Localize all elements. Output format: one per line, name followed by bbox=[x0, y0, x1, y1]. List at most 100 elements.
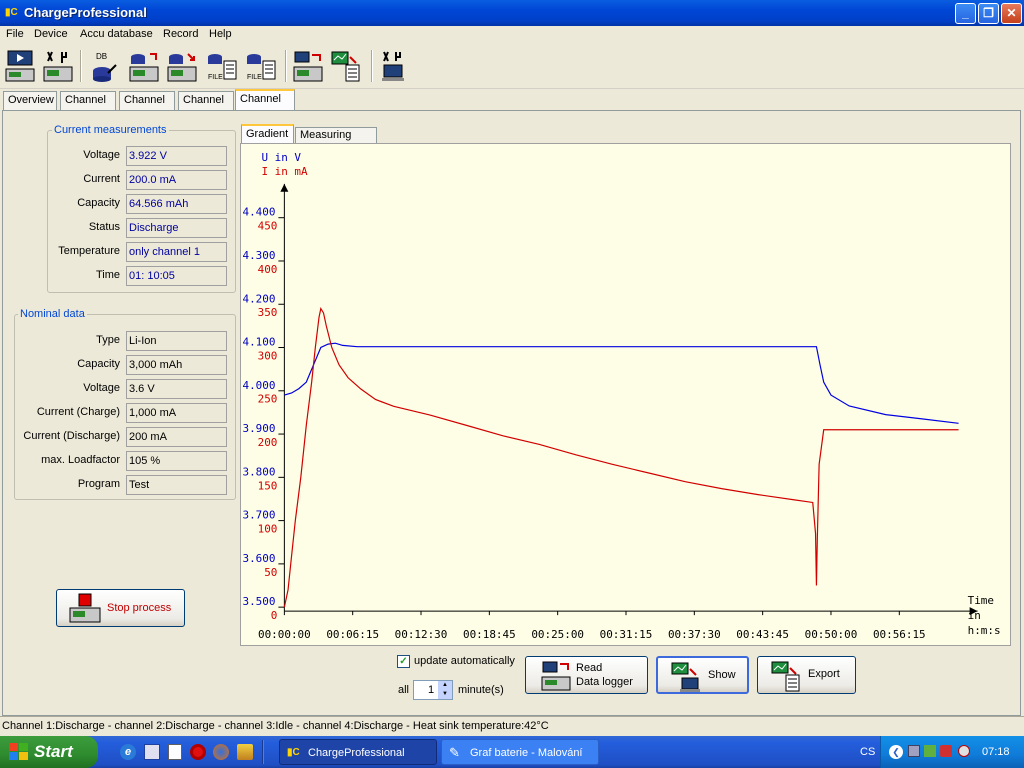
restore-button[interactable]: ❐ bbox=[978, 3, 999, 24]
device-settings-icon[interactable] bbox=[42, 49, 74, 83]
x-tick-label: 00:31:15 bbox=[600, 628, 653, 641]
update-auto-label: update automatically bbox=[414, 655, 515, 667]
menu-bar bbox=[0, 26, 1024, 45]
task-chargeprofessional[interactable]: ▮C ChargeProfessional bbox=[279, 739, 437, 765]
interval-stepper[interactable]: 1 ▲ ▼ bbox=[413, 680, 453, 700]
tab-channel-3[interactable]: Channel 3 bbox=[178, 91, 234, 123]
nd-label: Current (Charge) bbox=[36, 406, 120, 418]
menu-help[interactable]: Help bbox=[209, 28, 232, 40]
read-logger-icon bbox=[541, 661, 571, 691]
nominal-data-title: Nominal data bbox=[18, 308, 87, 320]
voltage-series-line bbox=[284, 342, 959, 424]
device-play-icon[interactable] bbox=[4, 49, 36, 83]
file-manager-icon[interactable] bbox=[237, 744, 253, 760]
toolbar-separator bbox=[371, 50, 373, 82]
x-tick-label: 00:50:00 bbox=[805, 628, 858, 641]
nd-value-field: 3.6 V bbox=[126, 379, 227, 399]
current-measurements-title: Current measurements bbox=[52, 124, 169, 136]
network-icon[interactable] bbox=[908, 745, 920, 757]
show-button[interactable]: Show bbox=[656, 656, 749, 694]
app-icon: ▮C bbox=[5, 7, 18, 18]
minimize-button[interactable]: _ bbox=[955, 3, 976, 24]
task-label: Graf baterie - Malování bbox=[470, 747, 583, 759]
y-voltage-tick-label: 3.800 bbox=[243, 465, 276, 478]
nd-value-field: 105 % bbox=[126, 451, 227, 471]
security-shield-icon[interactable] bbox=[958, 745, 970, 757]
menu-accu-database[interactable]: Accu database bbox=[80, 28, 153, 40]
save-disk-icon[interactable] bbox=[144, 744, 160, 760]
x-axis-title: h:m:s bbox=[968, 624, 1001, 637]
stepper-down-icon[interactable]: ▼ bbox=[438, 690, 452, 699]
tab-overview[interactable]: Overview bbox=[3, 91, 57, 110]
y-voltage-tick-label: 4.100 bbox=[243, 336, 276, 349]
start-button[interactable]: Start bbox=[0, 736, 98, 768]
status-bar: Channel 1:Discharge - channel 2:Discharg… bbox=[0, 716, 1024, 736]
opera-icon[interactable] bbox=[190, 744, 206, 760]
paint-task-icon: ✎ bbox=[449, 745, 460, 760]
svg-text:FILE: FILE bbox=[208, 74, 223, 81]
task-paint[interactable]: ✎ Graf baterie - Malování bbox=[441, 739, 599, 765]
nd-value-field: 3,000 mAh bbox=[126, 355, 227, 375]
x-tick-label: 00:37:30 bbox=[668, 628, 721, 641]
y-voltage-tick-label: 3.600 bbox=[243, 552, 276, 565]
antivirus-icon[interactable] bbox=[940, 745, 952, 757]
cm-label: Status bbox=[88, 221, 120, 233]
cm-value-field: Discharge bbox=[126, 218, 227, 238]
toolbar-separator bbox=[80, 50, 82, 82]
update-auto-checkbox[interactable]: ✓ bbox=[397, 655, 410, 668]
tab-channel-1[interactable]: Channel 1 bbox=[60, 91, 116, 123]
cm-label: Current bbox=[83, 173, 120, 185]
document-icon[interactable] bbox=[168, 744, 182, 760]
cm-value-field: 200.0 mA bbox=[126, 170, 227, 190]
nd-value-field: 200 mA bbox=[126, 427, 227, 447]
x-tick-label: 00:12:30 bbox=[395, 628, 448, 641]
close-button[interactable]: ✕ bbox=[1001, 3, 1022, 24]
menu-device[interactable]: Device bbox=[34, 28, 68, 40]
tab-measuring-data[interactable]: Measuring data bbox=[295, 127, 377, 156]
window-title: ChargeProfessional bbox=[24, 5, 147, 20]
taskbar-separator bbox=[262, 740, 264, 764]
cm-label: Temperature bbox=[58, 245, 120, 257]
interval-all-label: all bbox=[398, 684, 410, 696]
export-button[interactable]: Export bbox=[757, 656, 856, 694]
y-voltage-tick-label: 3.700 bbox=[243, 509, 276, 522]
task-label: ChargeProfessional bbox=[308, 747, 405, 759]
language-indicator[interactable]: CS bbox=[860, 746, 875, 758]
stop-process-button[interactable]: Stop process bbox=[56, 589, 185, 627]
menu-record[interactable]: Record bbox=[163, 28, 198, 40]
legend-current: I in mA bbox=[261, 165, 308, 178]
tray-app-icon[interactable] bbox=[924, 745, 936, 757]
y-current-tick-label: 300 bbox=[258, 349, 278, 362]
data-logger-label: Data logger bbox=[576, 676, 633, 688]
settings-computer-icon[interactable] bbox=[378, 49, 410, 83]
db-read-device-icon[interactable] bbox=[128, 49, 160, 83]
firefox-icon[interactable] bbox=[213, 744, 229, 760]
menu-file[interactable]: File bbox=[6, 28, 24, 40]
tab-channel-4[interactable]: Channel 4 bbox=[235, 89, 295, 122]
x-tick-label: 00:56:15 bbox=[873, 628, 926, 641]
chart-doc-icon[interactable] bbox=[330, 49, 362, 83]
tab-channel-2[interactable]: Channel 2 bbox=[119, 91, 175, 123]
y-current-tick-label: 400 bbox=[258, 263, 278, 276]
db-file-write-icon[interactable]: FILE bbox=[245, 49, 277, 83]
y-current-tick-label: 0 bbox=[271, 609, 278, 622]
ie-icon[interactable]: e bbox=[120, 744, 136, 760]
db-write-device-icon[interactable] bbox=[166, 49, 198, 83]
db-file-read-icon[interactable]: FILE bbox=[206, 49, 238, 83]
clock: 07:18 bbox=[982, 746, 1010, 758]
stepper-up-icon[interactable]: ▲ bbox=[438, 681, 452, 690]
title-bar[interactable]: ▮C ChargeProfessional _ ❐ ✕ bbox=[0, 0, 1024, 26]
tab-gradient[interactable]: Gradient bbox=[241, 124, 294, 144]
export-label: Export bbox=[808, 668, 840, 680]
db-icon[interactable]: DB bbox=[88, 49, 120, 83]
nd-value-field: Test bbox=[126, 475, 227, 495]
interval-value: 1 bbox=[428, 684, 435, 696]
show-chart-icon bbox=[671, 662, 700, 692]
computer-transfer-icon[interactable] bbox=[292, 49, 324, 83]
tray-expand-icon[interactable]: ❮ bbox=[889, 745, 903, 759]
cm-label: Voltage bbox=[83, 149, 120, 161]
export-icon bbox=[771, 661, 800, 692]
x-axis-title: in bbox=[968, 609, 981, 622]
read-data-logger-button[interactable]: Read Data logger bbox=[525, 656, 648, 694]
y-voltage-tick-label: 3.900 bbox=[243, 422, 276, 435]
